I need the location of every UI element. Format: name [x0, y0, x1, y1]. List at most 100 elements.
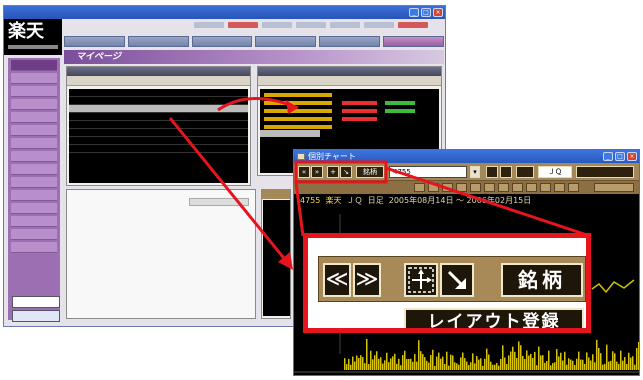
- dropdown-chevron-icon[interactable]: ▾: [470, 166, 480, 178]
- volume-bar: [614, 353, 616, 370]
- toolbar-small-button[interactable]: [512, 183, 523, 192]
- arrow-head-icon: [286, 100, 298, 114]
- volume-bar: [360, 355, 362, 370]
- volume-bar: [354, 361, 356, 370]
- volume-bar: [406, 358, 408, 370]
- volume-bar: [450, 354, 452, 370]
- volume-bar: [528, 355, 530, 370]
- volume-bar: [574, 365, 576, 370]
- layout-register-button[interactable]: レイアウト登録: [404, 308, 584, 328]
- volume-bar: [496, 363, 498, 370]
- volume-bar: [518, 341, 520, 370]
- volume-bar: [638, 341, 639, 370]
- toolbar-small-button[interactable]: [414, 183, 425, 192]
- volume-bar: [608, 361, 610, 370]
- prev-page-button[interactable]: ≪: [323, 263, 351, 297]
- volume-bar: [426, 360, 428, 370]
- volume-bar: [622, 360, 624, 370]
- volume-bar: [396, 363, 398, 370]
- toolbar-small-button[interactable]: [568, 183, 579, 192]
- volume-bar: [486, 348, 488, 370]
- volume-bar: [368, 364, 370, 370]
- meigara-button-zoomed[interactable]: 銘柄: [501, 263, 583, 297]
- prev-icon[interactable]: «: [298, 166, 310, 178]
- volume-bar: [548, 350, 550, 370]
- volume-bar: [488, 354, 490, 370]
- volume-bar: [348, 358, 350, 370]
- toolbar-button[interactable]: [576, 166, 634, 178]
- toolbar-small-button[interactable]: [540, 183, 551, 192]
- toolbar-small-button[interactable]: [456, 183, 467, 192]
- volume-bar: [350, 364, 352, 370]
- cursor-tool-icon[interactable]: ↘: [340, 166, 352, 178]
- volume-bar: [516, 358, 518, 370]
- minimize-icon[interactable]: _: [603, 152, 613, 161]
- volume-bar: [514, 351, 516, 370]
- toolbar-small-button[interactable]: [526, 183, 537, 192]
- volume-bar: [606, 344, 608, 370]
- zoomed-toolbar-callout: ≪ ≫ 銘柄 レイアウト登録: [303, 233, 591, 333]
- next-page-button[interactable]: ≫: [353, 263, 381, 297]
- zoomed-toolbar: ≪ ≫ 銘柄: [318, 256, 586, 302]
- volume-bar: [400, 365, 402, 370]
- volume-bar: [568, 358, 570, 370]
- draw-line-tool-button[interactable]: [404, 263, 438, 297]
- volume-bar: [378, 358, 380, 370]
- volume-bar: [460, 357, 462, 370]
- volume-bar: [536, 365, 538, 370]
- next-icon[interactable]: »: [311, 166, 323, 178]
- volume-bar: [610, 360, 612, 370]
- volume-bar: [418, 340, 420, 370]
- volume-bar: [618, 363, 620, 370]
- market-select[interactable]: ＪＱ: [538, 166, 572, 178]
- volume-bar: [452, 355, 454, 370]
- volume-bar: [630, 357, 632, 370]
- volume-bar: [402, 355, 404, 370]
- maximize-icon[interactable]: □: [615, 152, 625, 161]
- volume-bar: [456, 363, 458, 370]
- meigara-button[interactable]: 銘柄: [356, 166, 384, 178]
- volume-bar: [492, 364, 494, 370]
- toolbar-small-button[interactable]: [554, 183, 565, 192]
- volume-bar: [412, 361, 414, 370]
- toolbar-small-button[interactable]: [428, 183, 439, 192]
- volume-bar: [374, 355, 376, 370]
- toolbar-small-button[interactable]: [442, 183, 453, 192]
- volume-bar: [502, 345, 504, 370]
- toolbar-small-button[interactable]: [470, 183, 481, 192]
- toolbar-small-button[interactable]: [484, 183, 495, 192]
- volume-bar: [626, 364, 628, 370]
- volume-bar: [430, 355, 432, 370]
- volume-bar: [560, 352, 562, 370]
- stock-code-input[interactable]: 4755: [389, 166, 467, 178]
- volume-bar: [474, 363, 476, 370]
- volume-bar: [382, 363, 384, 370]
- volume-bar: [428, 362, 430, 370]
- volume-bar: [564, 351, 566, 370]
- volume-bar: [438, 352, 440, 370]
- toolbar-small-button[interactable]: [498, 183, 509, 192]
- drawing-tool-icon[interactable]: +: [327, 166, 339, 178]
- volume-bar: [636, 347, 638, 370]
- toolbar-button[interactable]: [486, 166, 498, 178]
- volume-bar: [546, 360, 548, 370]
- volume-bar: [634, 364, 636, 370]
- volume-bar: [468, 364, 470, 370]
- volume-bar: [424, 357, 426, 370]
- volume-bar: [434, 365, 436, 370]
- volume-bar: [356, 355, 358, 370]
- toolbar-button[interactable]: [516, 166, 534, 178]
- volume-bar: [494, 364, 496, 370]
- volume-bar: [580, 359, 582, 370]
- toolbar-small-button[interactable]: [594, 183, 634, 192]
- close-icon[interactable]: ×: [627, 152, 637, 161]
- volume-bar: [404, 350, 406, 370]
- volume-bar: [552, 363, 554, 370]
- volume-bar: [598, 347, 600, 370]
- cursor-tool-button[interactable]: [440, 263, 474, 297]
- volume-bar: [572, 360, 574, 370]
- volume-bar: [432, 349, 434, 370]
- volume-bar: [484, 358, 486, 370]
- volume-bar: [542, 355, 544, 370]
- toolbar-button[interactable]: [500, 166, 512, 178]
